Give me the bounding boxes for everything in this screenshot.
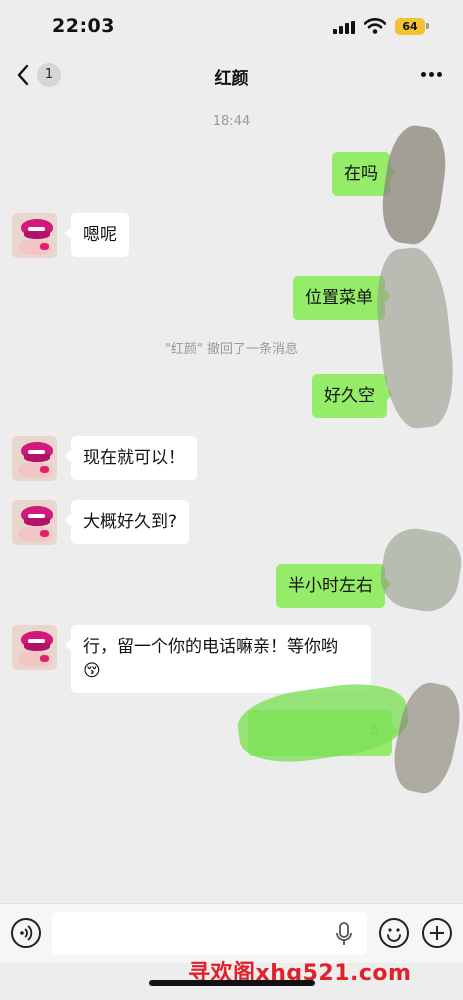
message-bubble-outgoing[interactable]: 在吗 — [332, 152, 396, 196]
kissing-face-emoji: 😚 — [83, 661, 101, 681]
microphone-icon[interactable] — [334, 921, 354, 947]
message-bubble-incoming[interactable]: 嗯呢 — [65, 213, 129, 257]
message-timestamp: 18:44 — [212, 114, 251, 129]
redaction-scribble — [377, 122, 451, 248]
contact-avatar[interactable] — [12, 213, 57, 258]
message-list[interactable]: 18:44 在吗 嗯呢 位置菜单 "红颜" 撤回了一条消息 好久空 现在就可以！… — [0, 98, 463, 903]
message-bubble-incoming[interactable]: 大概好久到? — [64, 500, 190, 544]
status-bar: 22:03 64 — [0, 0, 463, 54]
more-options-icon[interactable] — [419, 72, 445, 78]
emoji-icon[interactable] — [379, 918, 409, 948]
message-bubble-outgoing[interactable]: 位置菜单 — [293, 276, 391, 320]
message-bubble-outgoing[interactable]: 好久空 — [312, 374, 393, 418]
contact-avatar[interactable] — [12, 625, 57, 670]
status-time: 22:03 — [52, 15, 115, 37]
contact-avatar[interactable] — [12, 436, 57, 481]
message-bubble-incoming[interactable]: 现在就可以！ — [65, 436, 197, 480]
redaction-scribble — [375, 523, 463, 617]
message-input-bar — [0, 903, 463, 963]
cellular-signal-icon — [333, 21, 355, 34]
contact-avatar[interactable] — [12, 500, 57, 545]
chat-title: 红颜 — [214, 69, 249, 89]
chat-header: 1 红颜 — [0, 54, 463, 98]
voice-input-toggle-icon[interactable] — [11, 918, 41, 948]
message-text: 行，留一个你的电话嘛亲！等你哟 — [83, 637, 338, 657]
battery-icon: 64 — [395, 18, 425, 35]
message-bubble-outgoing[interactable]: 半小时左右 — [276, 564, 391, 608]
wifi-icon — [364, 18, 386, 34]
plus-icon[interactable] — [422, 918, 452, 948]
battery-tip — [426, 23, 429, 29]
message-input[interactable] — [52, 912, 367, 955]
home-indicator[interactable] — [149, 980, 315, 986]
message-bubble-incoming[interactable]: 行，留一个你的电话嘛亲！等你哟 😚 — [65, 625, 371, 693]
